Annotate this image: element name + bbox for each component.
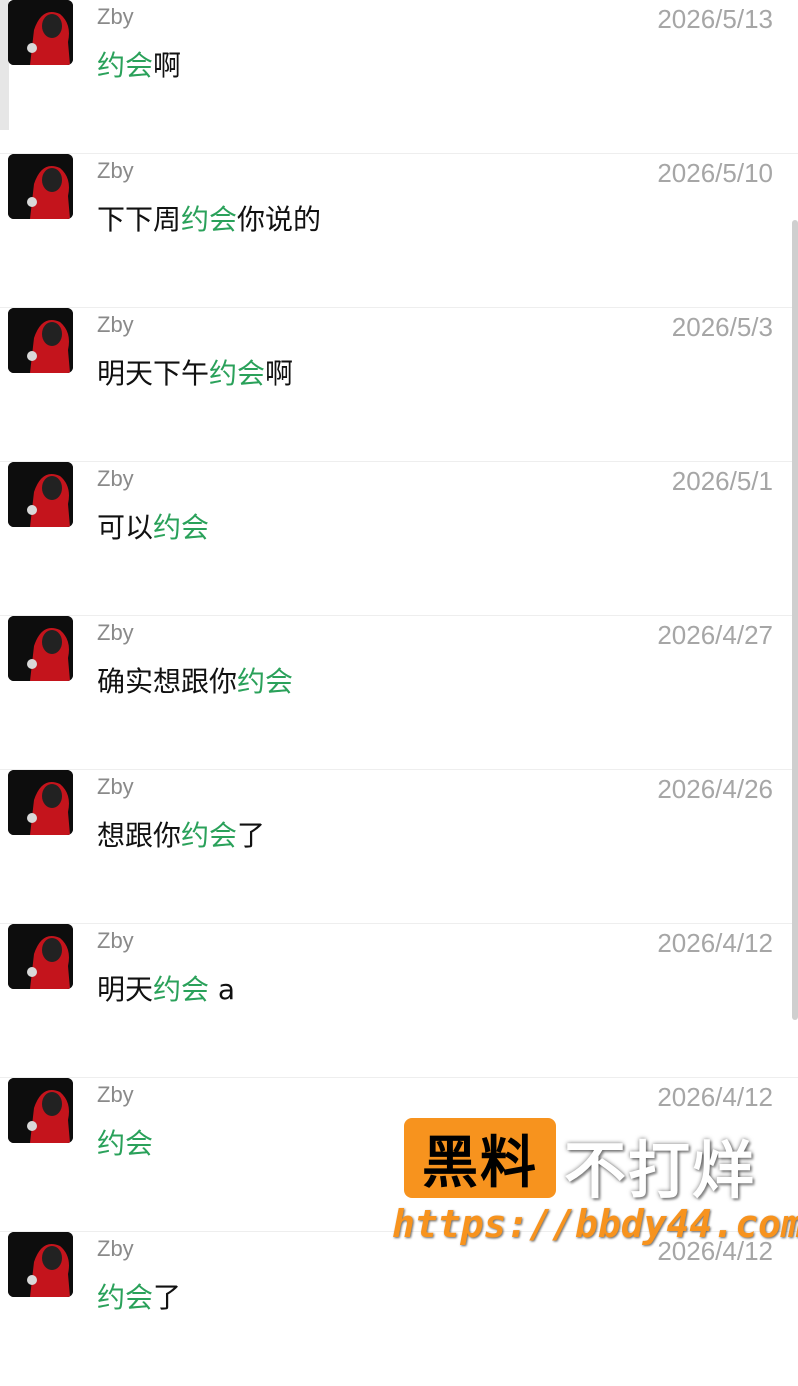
message-keyword-highlight: 约会 [97, 1281, 154, 1314]
avatar-image [8, 154, 73, 219]
message-date: 2026/5/1 [671, 466, 773, 496]
avatar[interactable] [8, 1078, 73, 1143]
watermark-brand-box: 黑料 [404, 1118, 556, 1198]
message-text: 明天下午约会啊 [97, 352, 293, 392]
list-item[interactable]: Zby 2026/5/1 可以约会 [0, 462, 798, 616]
list-item[interactable]: Zby 2026/5/3 明天下午约会啊 [0, 308, 798, 462]
message-date: 2026/4/12 [657, 1082, 773, 1112]
avatar-image [8, 308, 73, 373]
message-date: 2026/5/10 [657, 158, 773, 188]
message-keyword-highlight: 约会 [237, 665, 294, 698]
contact-name: Zby [97, 158, 134, 183]
list-item[interactable]: Zby 2026/4/26 想跟你约会了 [0, 770, 798, 924]
avatar-image [8, 1078, 73, 1143]
list-item[interactable]: Zby 2026/4/12 明天约会 a [0, 924, 798, 1078]
message-keyword-highlight: 约会 [97, 1127, 154, 1160]
avatar-image [8, 462, 73, 527]
contact-name: Zby [97, 1082, 134, 1107]
list-item[interactable]: Zby 2026/5/13 约会啊 [0, 0, 798, 154]
message-text: 想跟你约会了 [97, 814, 265, 854]
contact-name: Zby [97, 620, 134, 645]
list-item[interactable]: Zby 2026/5/10 下下周约会你说的 [0, 154, 798, 308]
message-text-pre: 下下周 [97, 203, 182, 236]
avatar[interactable] [8, 770, 73, 835]
watermark-url: https://bbdy44.com [392, 1202, 798, 1246]
message-text-pre: 明天 [97, 973, 154, 1006]
message-keyword-highlight: 约会 [153, 511, 210, 544]
search-results-list[interactable]: Zby 2026/5/13 约会啊 Zby 2026/5/10 下下周约会你说的 [0, 0, 798, 1314]
message-date: 2026/4/26 [657, 774, 773, 804]
message-text: 约会了 [97, 1276, 181, 1316]
list-item[interactable]: Zby 2026/4/27 确实想跟你约会 [0, 616, 798, 770]
message-keyword-highlight: 约会 [181, 203, 238, 236]
message-text: 可以约会 [97, 506, 209, 546]
message-date: 2026/5/13 [657, 4, 773, 34]
message-keyword-highlight: 约会 [181, 819, 238, 852]
message-text-pre: 可以 [97, 511, 154, 544]
avatar[interactable] [8, 308, 73, 373]
message-date: 2026/4/27 [657, 620, 773, 650]
message-text: 确实想跟你约会 [97, 660, 293, 700]
message-text-post: a [209, 973, 236, 1006]
watermark: 黑料 不打烊 https://bbdy44.com [392, 1118, 798, 1248]
avatar[interactable] [8, 0, 73, 65]
message-text-post: 你说的 [237, 203, 322, 236]
contact-name: Zby [97, 466, 134, 491]
message-keyword-highlight: 约会 [153, 973, 210, 1006]
contact-name: Zby [97, 928, 134, 953]
message-keyword-highlight: 约会 [209, 357, 266, 390]
message-date: 2026/5/3 [671, 312, 773, 342]
avatar[interactable] [8, 462, 73, 527]
message-keyword-highlight: 约会 [97, 49, 154, 82]
message-text-post: 啊 [265, 357, 294, 390]
message-text: 约会啊 [97, 44, 181, 84]
avatar-image [8, 616, 73, 681]
message-text: 约会 [97, 1122, 153, 1162]
contact-name: Zby [97, 312, 134, 337]
avatar[interactable] [8, 616, 73, 681]
message-text-pre: 明天下午 [97, 357, 210, 390]
avatar-image [8, 1232, 73, 1297]
avatar[interactable] [8, 154, 73, 219]
message-text: 下下周约会你说的 [97, 198, 321, 238]
contact-name: Zby [97, 4, 134, 29]
message-date: 2026/4/12 [657, 928, 773, 958]
contact-name: Zby [97, 774, 134, 799]
contact-name: Zby [97, 1236, 134, 1261]
avatar-image [8, 0, 73, 65]
message-text-post: 了 [237, 819, 266, 852]
watermark-brand-text: 不打烊 [564, 1134, 757, 1207]
message-text-pre: 想跟你 [97, 819, 182, 852]
message-text: 明天约会 a [97, 968, 235, 1008]
avatar[interactable] [8, 1232, 73, 1297]
message-text-post: 啊 [153, 49, 182, 82]
avatar-image [8, 924, 73, 989]
message-text-post: 了 [153, 1281, 182, 1314]
list-item[interactable]: Zby 2026/4/12 约会了 [0, 1232, 798, 1386]
avatar-image [8, 770, 73, 835]
avatar[interactable] [8, 924, 73, 989]
scrollbar[interactable] [792, 220, 798, 1020]
message-text-pre: 确实想跟你 [97, 665, 238, 698]
